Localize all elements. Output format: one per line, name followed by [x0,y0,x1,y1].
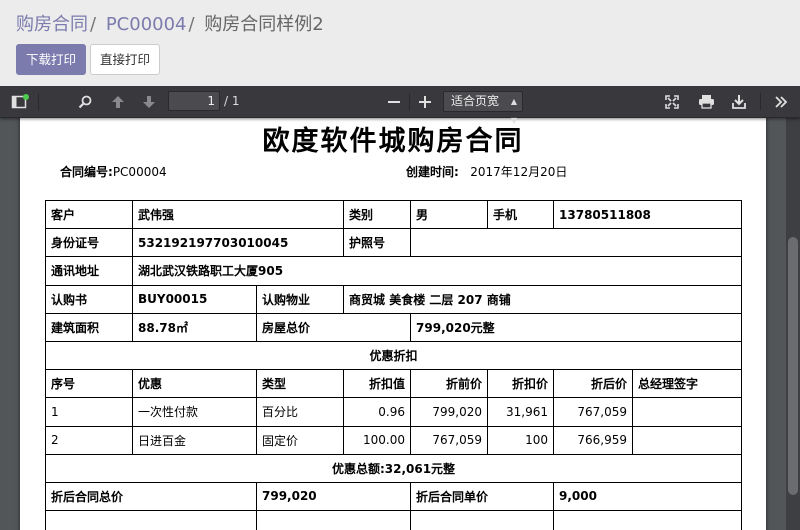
category-label: 类别 [343,199,412,230]
table-row: 优惠总额:32,061元整 [44,453,743,483]
discount-row: 2 日进百金 固定价 100.00 767,059 100 766,959 [45,425,743,455]
contract-number-label: 合同编号: [60,165,113,179]
subscription-value: BUY00015 [132,284,257,314]
phone-value: 13780511808 [553,199,743,230]
zoom-select-value: 适合页宽 [451,94,500,108]
pdf-toolbar: 1 / 1 适合页宽 ▲ ▼ [0,86,800,125]
customer-value: 武伟强 [131,199,345,230]
area-value: 88.78㎡ [132,312,257,342]
cell-signature [632,397,743,427]
cell-price-after: 767,059 [553,397,634,427]
column-header: 折扣值 [343,369,412,399]
after-discount-total-value: 799,020 [255,481,412,512]
cell-discount: 日进百金 [132,425,257,455]
cell-discount-amount: 100 [487,425,555,455]
discount-row: 1 一次性付款 百分比 0.96 799,020 31,961 767,059 [45,397,743,427]
scrollbar-thumb[interactable] [788,237,798,495]
table-row [45,510,743,530]
download-icon[interactable] [729,86,749,117]
previous-page-icon[interactable] [107,86,129,117]
total-price-label: 房屋总价 [255,312,412,342]
customer-label: 客户 [45,199,133,230]
id-card-label: 身份证号 [45,228,133,258]
fullscreen-icon[interactable] [662,86,682,117]
cell-price-before: 767,059 [410,425,489,455]
pdf-viewer: 1 / 1 适合页宽 ▲ ▼ 欧度软件城购房合同 合同编号:PC00004 创建… [0,86,800,530]
subscription-label: 认购书 [45,284,133,314]
cell-signature [632,425,743,455]
after-discount-total-label: 折后合同总价 [45,481,257,512]
column-header: 折前价 [410,369,489,399]
table-row: 认购书 BUY00015 认购物业 商贸城 美食楼 二层 207 商铺 [45,284,743,314]
table-row: 建筑面积 88.78㎡ 房屋总价 799,020元整 [45,312,743,342]
column-header: 折后价 [553,369,634,399]
discount-total: 优惠总额:32,061元整 [44,453,743,483]
tools-chevron-icon[interactable] [770,86,792,117]
next-page-icon[interactable] [138,86,160,117]
contract-number: 合同编号:PC00004 [60,163,167,180]
property-label: 认购物业 [255,284,345,314]
page-number-input[interactable]: 1 [168,91,220,111]
passport-label: 护照号 [343,228,412,258]
table-row: 折后合同总价 799,020 折后合同单价 9,000 [45,481,743,512]
zoom-out-icon[interactable] [384,86,404,117]
cell-price-before: 799,020 [410,397,489,427]
cell-index: 1 [45,397,133,427]
zoom-select[interactable]: 适合页宽 ▲ ▼ [443,91,523,125]
breadcrumb-link-contracts[interactable]: 购房合同 [16,14,88,35]
cell-type: 固定价 [255,425,345,455]
breadcrumb-separator: / [90,14,97,35]
id-card-value: 532192197703010045 [131,228,345,258]
created-date-label: 创建时间: [406,165,459,179]
sidebar-toggle-icon[interactable] [8,86,32,117]
download-print-button[interactable]: 下载打印 [16,44,86,75]
total-price-value: 799,020元整 [410,312,743,342]
after-discount-unit-value: 9,000 [553,481,743,512]
column-header: 类型 [255,369,345,399]
passport-value [410,228,743,258]
pdf-page: 欧度软件城购房合同 合同编号:PC00004 创建时间: 2017年12月20日… [20,117,766,530]
page-count: / 1 [224,94,240,108]
print-icon[interactable] [695,86,717,117]
column-header: 折扣价 [487,369,555,399]
contract-number-value: PC00004 [112,165,167,179]
table-row: 通讯地址 湖北武汉铁路职工大厦905 [45,256,743,286]
breadcrumb-current: 购房合同样例2 [204,14,324,35]
document-title: 欧度软件城购房合同 [262,126,524,157]
property-value: 商贸城 美食楼 二层 207 商铺 [343,284,743,314]
created-date: 创建时间: 2017年12月20日 [406,163,567,180]
discount-header-row: 序号 优惠 类型 折扣值 折前价 折扣价 折后价 总经理签字 [45,369,743,399]
contract-table: 客户 武伟强 类别 男 手机 13780511808 身份证号 53219219… [44,199,743,530]
cell-discount-amount: 31,961 [487,397,555,427]
created-date-value: 2017年12月20日 [470,165,568,179]
discount-section-title: 优惠折扣 [44,340,743,371]
table-row: 优惠折扣 [44,340,743,371]
zoom-in-icon[interactable] [415,86,435,117]
pdf-scrollbar[interactable] [786,117,800,530]
address-label: 通讯地址 [45,256,133,286]
cell-discount-value: 0.96 [343,397,412,427]
area-label: 建筑面积 [45,312,133,342]
cell-discount: 一次性付款 [132,397,257,427]
breadcrumb-link-record[interactable]: PC00004 [106,14,187,35]
cell-price-after: 766,959 [553,425,634,455]
select-arrows-icon: ▲ ▼ [510,97,517,125]
address-value: 湖北武汉铁路职工大厦905 [131,256,743,286]
cell-discount-value: 100.00 [343,425,412,455]
after-discount-unit-label: 折后合同单价 [410,481,555,512]
breadcrumb-separator: / [188,14,195,35]
cell-index: 2 [45,425,133,455]
category-value: 男 [410,199,489,230]
search-icon[interactable] [74,86,96,117]
breadcrumb: 购房合同 / PC00004/ 购房合同样例2 [16,10,324,36]
phone-label: 手机 [487,199,555,230]
column-header: 总经理签字 [632,369,743,399]
column-header: 序号 [45,369,133,399]
cell-type: 百分比 [255,397,345,427]
column-header: 优惠 [132,369,257,399]
table-row: 身份证号 532192197703010045 护照号 [45,228,743,258]
direct-print-button[interactable]: 直接打印 [90,44,160,75]
table-row: 客户 武伟强 类别 男 手机 13780511808 [45,199,743,230]
